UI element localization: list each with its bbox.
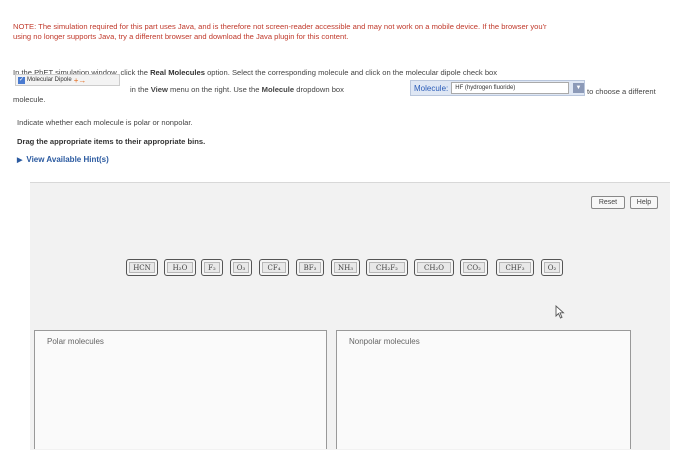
java-note: NOTE: The simulation required for this p… [13,22,700,42]
mouse-cursor-icon [555,305,565,319]
chevron-down-icon: ▼ [573,83,584,93]
molecule-tile-bf3[interactable]: BF₃ [296,259,324,276]
triangle-right-icon: ▶ [17,157,23,164]
nonpolar-molecules-bin[interactable]: Nonpolar molecules [336,330,631,449]
molecule-tile-f2[interactable]: F₂ [201,259,223,276]
view-instruction: in the View menu on the right. Use the M… [130,85,344,94]
molecule-tile-co2[interactable]: CO₂ [460,259,488,276]
molecule-tile-o3[interactable]: O₃ [230,259,252,276]
molecule-tile-hcn[interactable]: HCN [126,259,158,276]
nonpolar-bin-title: Nonpolar molecules [349,337,420,346]
molecular-dipole-checkbox: ✓ Molecular Dipole +→ [15,74,120,86]
help-button[interactable]: Help [630,196,658,209]
molecule-tile-cf4[interactable]: CF₄ [259,259,289,276]
view-hints-link[interactable]: ▶ View Available Hint(s) [17,155,109,164]
dropdown-label: Molecule: [414,83,449,93]
indicate-text: Indicate whether each molecule is polar … [17,118,193,127]
instruction-text: option. Select the corresponding molecul… [207,68,498,77]
molecule-tile-ch2f2[interactable]: CH₂F₂ [366,259,408,276]
polar-molecules-bin[interactable]: Polar molecules [34,330,327,449]
dropdown-value: HF (hydrogen fluoride) [451,82,570,94]
molecule-tile-nh3[interactable]: NH₃ [331,259,360,276]
dipole-label: Molecular Dipole [27,77,72,83]
molecule-tile-h2o[interactable]: H₂O [164,259,196,276]
reset-button[interactable]: Reset [591,196,625,209]
instruction-text: dropdown box [296,85,344,94]
molecule-tile-o2[interactable]: O₂ [541,259,563,276]
molecule-tile-ch2o[interactable]: CH₂O [414,259,454,276]
view-menu-label: View [150,85,168,94]
polar-bin-title: Polar molecules [47,337,104,346]
hint-label: View Available Hint(s) [26,155,109,164]
instruction-text: in the [130,85,149,94]
choose-text: to choose a different [587,87,656,96]
drag-instruction: Drag the appropriate items to their appr… [17,137,206,146]
note-line-2: using no longer supports Java, try a dif… [13,32,349,41]
note-line-1: NOTE: The simulation required for this p… [13,22,547,31]
dipole-arrow-icon: +→ [73,75,87,85]
instruction-text: menu on the right. Use the [170,85,260,94]
molecule-text: molecule. [13,95,46,104]
molecule-dropdown-image: Molecule: HF (hydrogen fluoride) ▼ [410,80,585,96]
molecule-label: Molecule [261,85,295,94]
molecule-tile-chf3[interactable]: CHF₃ [496,259,534,276]
real-molecules-label: Real Molecules [150,68,205,77]
checkmark-icon: ✓ [18,76,25,84]
